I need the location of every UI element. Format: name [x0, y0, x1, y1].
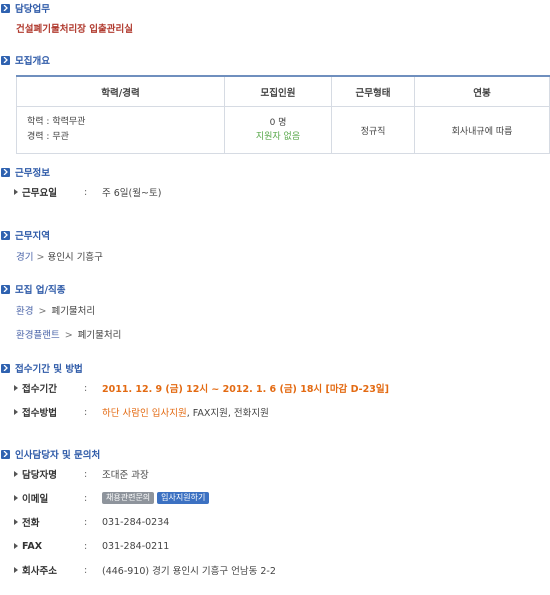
apply-method-label: 접수방법 [22, 408, 57, 419]
bullet-triangle-icon [14, 567, 18, 573]
address-row: 회사주소 : (446-910) 경기 용인시 기흥구 언남동 2-2 [14, 563, 276, 577]
headcount-cell: 0 명 지원자 없음 [224, 106, 332, 154]
address-value: (446-910) 경기 용인시 기흥구 언남동 2-2 [102, 566, 276, 577]
recruit-table: 학력/경력 모집인원 근무형태 연봉 학력 : 학력무관 경력 : 무관 0 명… [16, 75, 550, 154]
chevron-right-icon [1, 55, 10, 65]
header-work-type: 근무형태 [331, 76, 415, 107]
header-salary: 연봉 [414, 76, 550, 107]
education-text: 학력 : 학력무관 [27, 117, 86, 127]
headcount-text: 0 명 [269, 118, 287, 128]
salary-cell: 회사내규에 따름 [414, 106, 550, 154]
job-row-2: 환경플랜트 > 폐기물처리 [16, 327, 121, 341]
bullet-triangle-icon [14, 189, 18, 195]
applicants-text: 지원자 없음 [255, 132, 301, 142]
colon: : [84, 186, 88, 198]
section-title: 근무정보 [15, 168, 50, 179]
fax-value: 031-284-0211 [102, 540, 170, 552]
section-title: 접수기간 및 방법 [15, 364, 83, 375]
colon: : [84, 382, 88, 394]
chevron-right-icon: > [38, 306, 47, 317]
education-cell: 학력 : 학력무관 경력 : 무관 [16, 106, 225, 154]
apply-button[interactable]: 입사지원하기 [157, 492, 210, 504]
job-subcategory: 폐기물처리 [51, 306, 96, 317]
work-days-label: 근무요일 [22, 188, 57, 199]
section-work-info-header: 근무정보 [0, 164, 50, 180]
job-subcategory: 폐기물처리 [77, 330, 122, 341]
bullet-triangle-icon [14, 409, 18, 415]
table-row: 학력 : 학력무관 경력 : 무관 0 명 지원자 없음 정규직 회사내규에 따… [16, 106, 550, 154]
job-category-link[interactable]: 환경 [16, 306, 33, 317]
region-province-link[interactable]: 경기 [16, 252, 33, 263]
apply-period-row: 접수기간 : 2011. 12. 9 (금) 12시 ~ 2012. 1. 6 … [14, 381, 389, 395]
section-job-header: 모집 업/직종 [0, 281, 65, 297]
header-education: 학력/경력 [16, 76, 225, 107]
chevron-right-icon: > [64, 330, 73, 341]
section-title: 근무지역 [15, 231, 50, 242]
table-header-row: 학력/경력 모집인원 근무형태 연봉 [16, 76, 550, 107]
apply-method-row: 접수방법 : 하단 사람인 입사지원, FAX지원, 전화지원 [14, 405, 269, 419]
chevron-right-icon [1, 449, 10, 459]
chevron-right-icon [1, 167, 10, 177]
region-city: 용인시 기흥구 [47, 252, 103, 263]
address-label: 회사주소 [22, 566, 57, 577]
bullet-triangle-icon [14, 471, 18, 477]
colon: : [84, 492, 88, 504]
manager-row: 담당자명 : 조대준 과장 [14, 467, 149, 481]
inquiry-button[interactable]: 채용관련문의 [102, 492, 155, 504]
section-title: 담당업무 [15, 4, 50, 15]
header-headcount: 모집인원 [224, 76, 332, 107]
phone-value: 031-284-0234 [102, 516, 170, 528]
section-contact-header: 인사담당자 및 문의처 [0, 446, 100, 462]
bullet-triangle-icon [14, 519, 18, 525]
bullet-triangle-icon [14, 543, 18, 549]
section-recruit-header: 모집개요 [0, 52, 50, 68]
fax-row: FAX : 031-284-0211 [14, 539, 169, 553]
bullet-triangle-icon [14, 385, 18, 391]
section-duty-header: 담당업무 [0, 0, 50, 16]
colon: : [84, 516, 88, 528]
apply-period-label: 접수기간 [22, 384, 57, 395]
section-title: 모집 업/직종 [15, 285, 66, 296]
region-path: 경기 > 용인시 기흥구 [16, 249, 103, 263]
phone-row: 전화 : 031-284-0234 [14, 515, 169, 529]
work-type-cell: 정규직 [331, 106, 415, 154]
section-title: 인사담당자 및 문의처 [15, 450, 101, 461]
colon: : [84, 468, 88, 480]
job-row-1: 환경 > 폐기물처리 [16, 303, 95, 317]
colon: : [84, 540, 88, 552]
work-days-value: 주 6일(월~토) [102, 188, 162, 199]
section-region-header: 근무지역 [0, 227, 50, 243]
fax-label: FAX [22, 540, 43, 552]
colon: : [84, 564, 88, 576]
apply-online-link[interactable]: 하단 사람인 입사지원 [102, 405, 187, 419]
chevron-right-icon [1, 284, 10, 294]
phone-label: 전화 [22, 518, 40, 529]
section-title: 모집개요 [15, 56, 50, 67]
job-category-link[interactable]: 환경플랜트 [16, 330, 60, 341]
apply-period-value: 2011. 12. 9 (금) 12시 ~ 2012. 1. 6 (금) 18시… [102, 384, 389, 395]
bullet-triangle-icon [14, 495, 18, 501]
career-text: 경력 : 무관 [27, 132, 69, 142]
section-apply-header: 접수기간 및 방법 [0, 360, 83, 376]
apply-method-rest: , FAX지원, 전화지원 [186, 408, 269, 419]
duty-text: 건설폐기물처리장 입출관리실 [16, 24, 133, 35]
chevron-right-icon: > [36, 252, 45, 263]
chevron-right-icon [1, 363, 10, 373]
email-label: 이메일 [22, 494, 49, 505]
chevron-right-icon [1, 3, 10, 13]
manager-value: 조대준 과장 [102, 470, 149, 481]
work-days-row: 근무요일 : 주 6일(월~토) [14, 185, 161, 199]
email-row: 이메일 : 채용관련문의 입사지원하기 [14, 491, 212, 505]
manager-label: 담당자명 [22, 470, 57, 481]
chevron-right-icon [1, 230, 10, 240]
colon: : [84, 406, 88, 418]
